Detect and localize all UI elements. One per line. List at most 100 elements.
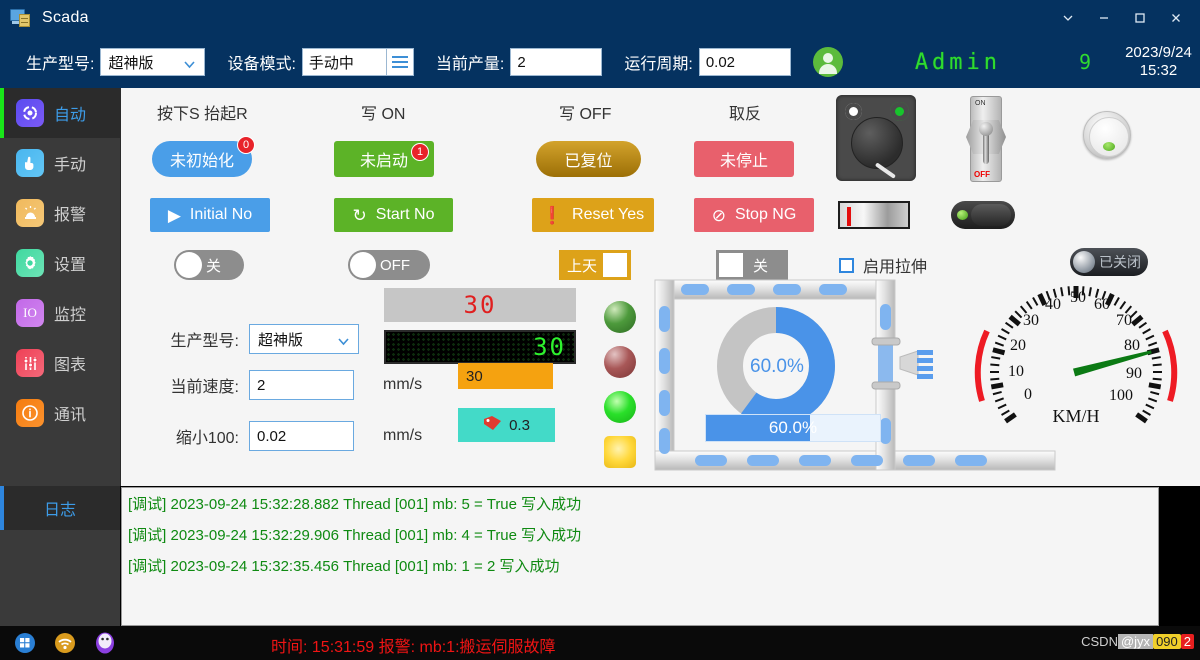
mode-field[interactable]: 手动中 bbox=[301, 48, 387, 76]
info-comm-icon bbox=[16, 399, 44, 427]
taskbar: 时间: 15:31:59 报警: mb:1:搬运伺服故障 CSDN @jyx 0… bbox=[0, 626, 1200, 660]
user-led-display: Admin bbox=[914, 49, 1002, 75]
checkbox-box bbox=[839, 257, 854, 273]
price-tag-icon bbox=[483, 415, 502, 435]
user-avatar-icon[interactable] bbox=[812, 47, 843, 77]
scada-application-window: Scada 生产型号: 超神版 设备模式: 手动中 当前产量: 2 运行周期: … bbox=[0, 0, 1200, 660]
chart-sliders-icon bbox=[16, 349, 44, 377]
chevron-down-icon bbox=[337, 334, 350, 351]
start-no-button[interactable]: ↻ Start No bbox=[334, 198, 453, 232]
pill-label: 已复位 bbox=[564, 153, 613, 170]
window-title: Scada bbox=[42, 9, 89, 26]
gauge-unit-label: KM/H bbox=[1052, 406, 1099, 426]
sidebar-item-monitor[interactable]: IO 监控 bbox=[0, 288, 120, 338]
number-led-display: 9 bbox=[1079, 50, 1092, 74]
reset-yes-button[interactable]: ❗ Reset Yes bbox=[532, 198, 654, 232]
initial-no-button[interactable]: ▶ Initial No bbox=[150, 198, 270, 232]
sidebar-item-alarm[interactable]: 报警 bbox=[0, 188, 120, 238]
pill-label: 未初始化 bbox=[169, 153, 234, 170]
lamp-red-dark bbox=[604, 346, 636, 378]
enable-stretch-checkbox[interactable]: 启用拉伸 bbox=[839, 253, 927, 277]
not-initialized-pill[interactable]: 未初始化 0 bbox=[152, 136, 255, 177]
form-model-select[interactable]: 超神版 bbox=[249, 324, 359, 354]
not-started-pill[interactable]: 未启动 1 bbox=[334, 141, 434, 177]
not-stopped-pill[interactable]: 未停止 bbox=[694, 141, 794, 177]
close-icon[interactable] bbox=[1158, 0, 1194, 36]
column-title-invert: 取反 bbox=[729, 106, 762, 123]
toggle-label: OFF bbox=[380, 256, 410, 274]
chevron-down-icon bbox=[183, 57, 196, 74]
switch-on-label: ON bbox=[975, 100, 986, 107]
main-panel: 按下S 抬起R 写 ON 写 OFF 取反 未初始化 0 未启动 1 已复位 未… bbox=[120, 88, 1200, 486]
pill-label: 未启动 bbox=[359, 153, 408, 170]
column-title-press: 按下S 抬起R bbox=[157, 106, 248, 123]
column-title-write-on: 写 ON bbox=[361, 106, 406, 123]
sidebar-item-manual[interactable]: 手动 bbox=[0, 138, 120, 188]
form-row-scale: 缩小100: 0.02 bbox=[151, 421, 354, 451]
column-title-write-off: 写 OFF bbox=[559, 106, 612, 123]
badge-count: 1 bbox=[411, 143, 429, 161]
svg-text:100: 100 bbox=[1109, 387, 1133, 404]
sidebar-item-comm[interactable]: 通讯 bbox=[0, 388, 120, 438]
qq-penguin-icon[interactable] bbox=[88, 626, 122, 660]
switch-off-label: OFF bbox=[974, 170, 990, 179]
log-line: [调试] 2023-09-24 15:32:28.882 Thread [001… bbox=[128, 496, 582, 513]
badge-count: 0 bbox=[237, 136, 255, 154]
toggle-off[interactable]: OFF bbox=[348, 250, 430, 280]
form-row-model: 生产型号: 超神版 bbox=[151, 324, 359, 354]
svg-text:80: 80 bbox=[1124, 337, 1140, 354]
checkbox-label: 启用拉伸 bbox=[863, 259, 928, 276]
progress-bar: 60.0% bbox=[705, 414, 881, 442]
unit-label-speed: mm/s bbox=[383, 376, 423, 393]
toggle-switch-lever[interactable]: ON OFF bbox=[966, 96, 1006, 182]
form-model-label: 生产型号: bbox=[170, 333, 239, 350]
form-speed-input[interactable]: 2 bbox=[249, 370, 354, 400]
model-select[interactable]: 超神版 bbox=[100, 48, 206, 76]
rocker-switch[interactable] bbox=[951, 201, 1015, 229]
auto-mode-icon bbox=[16, 99, 44, 127]
watermark-prefix: CSDN bbox=[1081, 634, 1118, 649]
stop-ng-button[interactable]: ⊘ Stop NG bbox=[694, 198, 814, 232]
output-field[interactable]: 2 bbox=[510, 48, 603, 76]
wifi-icon[interactable] bbox=[48, 626, 82, 660]
form-scale-input[interactable]: 0.02 bbox=[249, 421, 354, 451]
refresh-icon: ↻ bbox=[352, 205, 367, 225]
toggle-shangtian[interactable]: 上天 bbox=[559, 250, 631, 280]
closed-state-toggle[interactable]: 已关闭 bbox=[1070, 248, 1148, 276]
watermark-c: 2 bbox=[1180, 634, 1194, 649]
sidebar-item-label: 手动 bbox=[54, 157, 87, 174]
scada-server-icon bbox=[10, 8, 32, 28]
sidebar-item-log[interactable]: 日志 bbox=[0, 486, 120, 530]
rotary-knob bbox=[851, 117, 903, 179]
toggle-knob bbox=[350, 252, 376, 278]
sidebar-item-chart[interactable]: 图表 bbox=[0, 338, 120, 388]
clock-time: 15:32 bbox=[1139, 62, 1178, 79]
reset-done-pill[interactable]: 已复位 bbox=[536, 141, 641, 177]
mode-label: 设备模式: bbox=[227, 56, 296, 73]
toggle-knob bbox=[603, 253, 628, 277]
lamp-green-dark bbox=[604, 301, 636, 333]
level-marker bbox=[847, 207, 851, 226]
sidebar-item-settings[interactable]: 设置 bbox=[0, 238, 120, 288]
toggle-guan-square[interactable]: 关 bbox=[716, 250, 788, 280]
svg-text:20: 20 bbox=[1010, 337, 1026, 354]
model-select-value: 超神版 bbox=[108, 54, 154, 72]
sidebar-item-auto[interactable]: 自动 bbox=[0, 88, 120, 138]
maximize-icon[interactable] bbox=[1122, 0, 1158, 36]
dot-matrix-display: 30 bbox=[384, 330, 576, 364]
hamburger-menu-icon[interactable] bbox=[385, 48, 414, 76]
windows-start-icon[interactable] bbox=[8, 626, 42, 660]
minimize-icon[interactable] bbox=[1086, 0, 1122, 36]
rotary-selector-switch[interactable] bbox=[836, 95, 916, 181]
window-controls bbox=[1050, 0, 1200, 36]
cycle-field[interactable]: 0.02 bbox=[698, 48, 791, 76]
round-indicator-lamp[interactable] bbox=[1083, 111, 1131, 159]
lamp-yellow-square bbox=[604, 436, 636, 468]
teal-value-tag: 0.3 bbox=[458, 408, 555, 442]
log-panel[interactable]: [调试] 2023-09-24 15:32:28.882 Thread [001… bbox=[121, 487, 1159, 626]
chevron-down-icon[interactable] bbox=[1050, 0, 1086, 36]
toggle-guan[interactable]: 关 bbox=[174, 250, 244, 280]
button-label: Start No bbox=[375, 206, 435, 223]
level-slider-bar[interactable] bbox=[838, 201, 910, 229]
model-label: 生产型号: bbox=[26, 56, 95, 73]
